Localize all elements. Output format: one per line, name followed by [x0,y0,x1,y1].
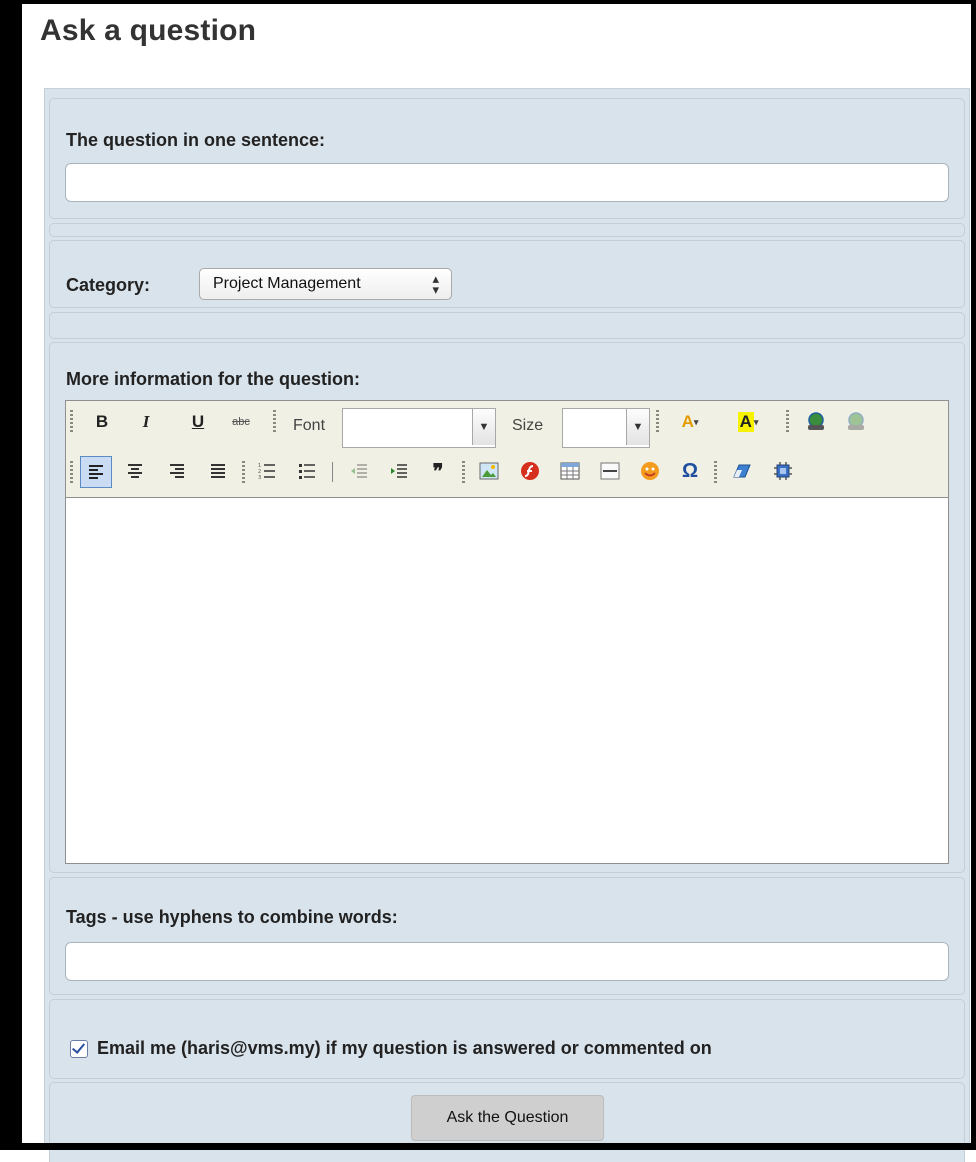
unordered-list-icon[interactable] [292,456,322,486]
horizontal-rule-icon[interactable] [595,456,625,486]
background-color-icon[interactable]: A ▾ [726,407,770,437]
underline-icon[interactable]: U [183,407,213,437]
chevron-down-icon[interactable]: ▼ [472,409,495,445]
category-selected-value: Project Management [213,275,361,292]
strikethrough-icon[interactable]: abc [226,407,256,437]
spacer-section [49,223,965,237]
image-icon[interactable] [474,456,504,486]
font-label: Font [293,417,326,434]
special-char-icon[interactable]: Ω [675,456,705,486]
more-info-label: More information for the question: [66,369,360,389]
spacer-section-2 [49,312,965,339]
toolbar-separator [656,410,659,434]
window-frame-bottom [0,1143,976,1150]
tags-label: Tags - use hyphens to combine words: [66,907,398,927]
question-label: The question in one sentence: [66,130,326,150]
smiley-icon[interactable] [635,456,665,486]
page-title: Ask a question [40,14,257,47]
toolbar-separator [242,461,245,485]
category-section [49,240,965,308]
category-label: Category: [66,275,151,295]
editor-content-area[interactable] [65,497,949,864]
ask-question-button[interactable]: Ask the Question [411,1095,604,1141]
toolbar-separator [70,461,73,485]
size-label: Size [512,417,544,434]
email-notify-label: Email me (haris@vms.my) if my question i… [97,1038,712,1058]
chevron-down-icon[interactable]: ▼ [626,409,649,445]
align-justify-icon[interactable] [203,456,233,486]
unlink-icon[interactable] [841,407,871,437]
editor-toolbar: B I U abc Font ▼ Size ▼ A ▾ A ▾ 123 ❞ Ω [65,400,949,497]
window-frame-right [971,0,976,1150]
toolbar-divider [332,462,333,482]
select-arrows-icon: ▴ ▾ [432,271,439,297]
category-select[interactable]: Project Management ▴ ▾ [199,268,452,300]
link-icon[interactable] [801,407,831,437]
align-right-icon[interactable] [162,456,192,486]
source-icon[interactable] [768,456,798,486]
ordered-list-icon[interactable]: 123 [252,456,282,486]
svg-text:3: 3 [258,475,261,480]
email-notify-checkbox[interactable] [70,1039,88,1058]
toolbar-separator [462,461,465,485]
font-select[interactable]: ▼ [342,408,496,448]
flash-icon[interactable] [515,456,545,486]
tags-input[interactable] [65,942,949,981]
remove-format-icon[interactable] [727,456,757,486]
toolbar-separator [273,410,276,434]
toolbar-separator [786,410,789,434]
window-frame-left [0,0,22,1150]
italic-icon[interactable]: I [131,407,161,437]
align-center-icon[interactable] [120,456,150,486]
text-color-icon[interactable]: A ▾ [668,407,712,437]
indent-icon[interactable] [384,456,414,486]
window-frame-top [0,0,976,4]
table-icon[interactable] [555,456,585,486]
toolbar-separator [70,410,73,434]
outdent-icon[interactable] [344,456,374,486]
email-notify-option[interactable]: Email me (haris@vms.my) if my question i… [70,1038,712,1059]
blockquote-icon[interactable]: ❞ [423,456,453,486]
align-left-icon[interactable] [80,456,112,488]
size-select[interactable]: ▼ [562,408,650,448]
toolbar-separator [714,461,717,485]
bold-icon[interactable]: B [87,407,117,437]
question-input[interactable] [65,163,949,202]
